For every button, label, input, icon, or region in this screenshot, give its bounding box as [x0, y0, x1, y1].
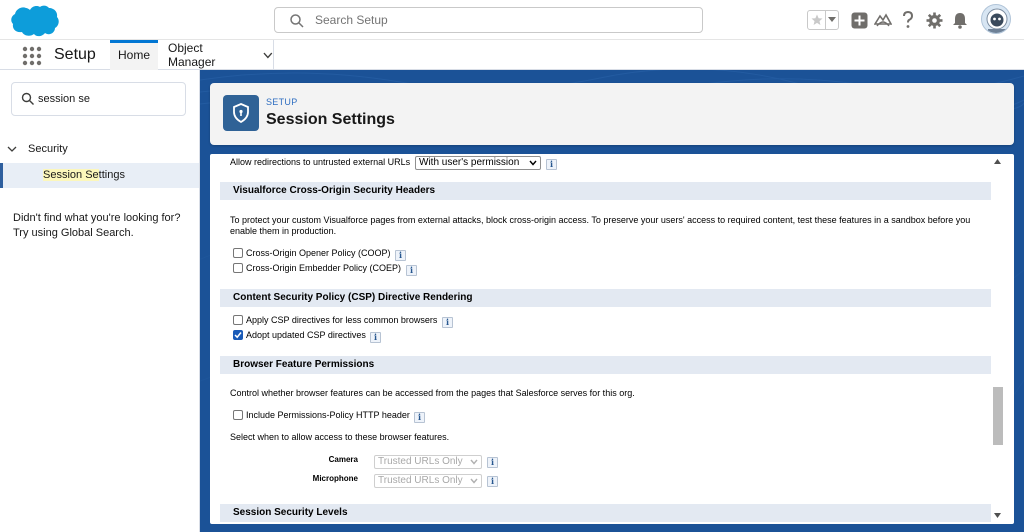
search-icon — [21, 92, 34, 105]
tree-node-label: Security — [28, 143, 68, 155]
tab-home[interactable]: Home — [110, 40, 158, 70]
section-title: Content Security Policy (CSP) Directive … — [233, 292, 473, 303]
info-icon[interactable]: i — [395, 250, 406, 261]
salesforce-logo-icon[interactable] — [10, 4, 60, 38]
csp-adopt-updated-checkbox[interactable] — [233, 330, 243, 340]
content-scrollbar[interactable] — [991, 154, 1004, 524]
info-icon[interactable]: i — [487, 457, 498, 468]
chevron-down-icon — [470, 459, 478, 465]
global-search-box[interactable] — [274, 7, 703, 33]
scroll-up-arrow-icon[interactable] — [993, 157, 1002, 166]
tab-object-manager-label: Object Manager — [168, 41, 216, 69]
favorites-group — [807, 10, 839, 30]
trailhead-button[interactable] — [873, 10, 893, 30]
redirect-select-value: With user's permission — [419, 157, 520, 168]
tree-node-security[interactable]: Security — [6, 143, 68, 155]
visualforce-description: To protect your custom Visualforce pages… — [230, 215, 985, 237]
permissions-policy-checkbox[interactable] — [233, 410, 243, 420]
tree-item-label-rest: ttings — [98, 169, 125, 181]
checkmark-icon — [234, 332, 242, 339]
microphone-select[interactable]: Trusted URLs Only — [374, 474, 482, 488]
coop-label: Cross-Origin Opener Policy (COOP) — [246, 248, 391, 258]
chevron-down-icon[interactable] — [6, 143, 18, 155]
coop-checkbox[interactable] — [233, 248, 243, 258]
search-match-highlight: Session Se — [43, 169, 99, 181]
trailhead-icon — [874, 13, 892, 27]
global-actions-button[interactable] — [849, 10, 869, 30]
info-icon[interactable]: i — [546, 159, 557, 170]
gear-icon — [926, 12, 942, 28]
user-avatar[interactable] — [981, 4, 1011, 34]
description-line: To protect your custom Visualforce pages… — [230, 215, 971, 225]
caret-down-icon — [828, 17, 836, 22]
section-title: Browser Feature Permissions — [233, 359, 375, 370]
info-icon[interactable]: i — [370, 332, 381, 343]
info-icon[interactable]: i — [442, 317, 453, 328]
not-found-line: Didn't find what you're looking for? — [13, 212, 181, 224]
chevron-down-icon — [470, 478, 478, 484]
tab-object-manager[interactable]: Object Manager — [160, 40, 274, 70]
coep-checkbox[interactable] — [233, 263, 243, 273]
tree-item-session-settings[interactable]: Session Settings — [0, 163, 199, 188]
favorites-menu-button[interactable] — [826, 11, 838, 29]
camera-select-value: Trusted URLs Only — [378, 456, 463, 467]
page-header: SETUP Session Settings — [210, 83, 1014, 145]
plus-square-icon — [851, 12, 867, 28]
star-icon — [811, 14, 822, 25]
browser-features-select-text: Select when to allow access to these bro… — [230, 432, 450, 442]
quick-find-input[interactable] — [38, 90, 178, 108]
section-title: Visualforce Cross-Origin Security Header… — [233, 185, 436, 196]
chevron-down-icon — [529, 160, 537, 166]
scroll-down-arrow-icon[interactable] — [993, 511, 1002, 520]
help-icon — [903, 11, 914, 28]
page-title: Session Settings — [266, 111, 395, 128]
csp-less-common-label: Apply CSP directives for less common bro… — [246, 315, 438, 325]
tree-item-label: Session Settings — [43, 169, 125, 181]
settings-form: Allow redirections to untrusted external… — [220, 154, 991, 524]
app-launcher-icon[interactable] — [22, 46, 42, 66]
not-found-message: Didn't find what you're looking for? Try… — [13, 211, 193, 241]
section-header-session-security-levels: Session Security Levels — [220, 504, 991, 522]
setup-sidebar: Security Session Settings Didn't find wh… — [0, 70, 200, 532]
csp-less-common-checkbox[interactable] — [233, 315, 243, 325]
microphone-select-value: Trusted URLs Only — [378, 475, 463, 486]
description-line: enable them in production. — [230, 226, 337, 236]
setup-gear-button[interactable] — [924, 10, 944, 30]
quick-find-box[interactable] — [11, 82, 186, 116]
section-title: Session Security Levels — [233, 507, 348, 518]
camera-label: Camera — [328, 455, 358, 464]
help-button[interactable] — [898, 10, 918, 30]
csp-adopt-updated-label: Adopt updated CSP directives — [246, 330, 366, 340]
section-header-csp: Content Security Policy (CSP) Directive … — [220, 289, 991, 307]
redirect-select[interactable]: With user's permission — [415, 156, 541, 170]
search-icon — [290, 14, 304, 28]
favorite-star-button[interactable] — [808, 11, 826, 29]
section-header-visualforce: Visualforce Cross-Origin Security Header… — [220, 182, 991, 200]
browser-features-description: Control whether browser features can be … — [230, 388, 635, 398]
chevron-down-icon[interactable] — [263, 52, 273, 59]
permissions-policy-label: Include Permissions-Policy HTTP header — [246, 410, 410, 420]
notifications-button[interactable] — [950, 10, 970, 30]
info-icon[interactable]: i — [414, 412, 425, 423]
redirect-label: Allow redirections to untrusted external… — [230, 157, 411, 167]
section-header-browser-features: Browser Feature Permissions — [220, 356, 991, 374]
app-name: Setup — [54, 46, 96, 63]
coep-label: Cross-Origin Embedder Policy (COEP) — [246, 263, 402, 273]
global-search-hint: Try using Global Search. — [13, 227, 134, 239]
page-eyebrow: SETUP — [266, 97, 298, 107]
info-icon[interactable]: i — [487, 476, 498, 487]
global-header — [0, 0, 1024, 40]
camera-select[interactable]: Trusted URLs Only — [374, 455, 482, 469]
bell-icon — [953, 12, 967, 29]
scrollbar-thumb[interactable] — [993, 387, 1003, 445]
global-search-input[interactable] — [315, 10, 695, 30]
info-icon[interactable]: i — [406, 265, 417, 276]
settings-content-panel: Allow redirections to untrusted external… — [210, 154, 1014, 524]
page-header-icon-box — [223, 95, 259, 131]
astro-avatar-icon — [986, 8, 1008, 33]
microphone-label: Microphone — [312, 474, 358, 483]
shield-icon — [233, 103, 249, 123]
tab-home-label: Home — [117, 48, 150, 62]
